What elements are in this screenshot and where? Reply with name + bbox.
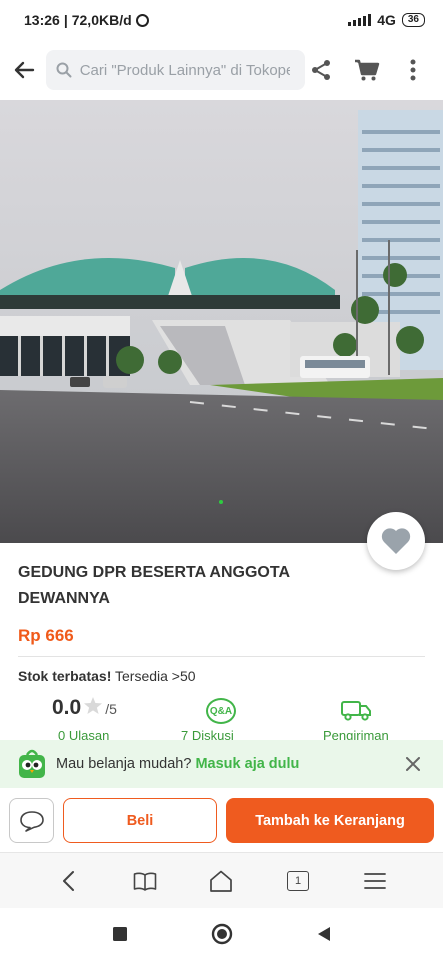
stock-warning: Stok terbatas! (18, 668, 112, 684)
add-to-cart-button[interactable]: Tambah ke Keranjang (226, 798, 434, 843)
chat-bubble-icon (19, 810, 44, 832)
rating-max: /5 (105, 701, 117, 717)
back-triangle-icon (317, 927, 330, 941)
product-price: Rp 666 (18, 626, 74, 645)
back-arrow-icon (14, 61, 35, 79)
chat-button[interactable] (9, 798, 54, 843)
home-button[interactable] (205, 865, 237, 897)
share-icon (312, 60, 330, 80)
battery-level: 36 (407, 14, 419, 25)
star-icon (84, 697, 103, 714)
back-button[interactable] (10, 50, 38, 90)
system-home-button[interactable] (206, 918, 238, 950)
system-back-button[interactable] (308, 918, 340, 950)
more-vertical-icon (410, 59, 416, 81)
top-app-bar (0, 40, 443, 100)
product-stats: 0.0 /5 0 Ulasan Q&A 7 Diskusi Pengiriman (0, 692, 443, 744)
wishlist-button[interactable] (367, 512, 425, 570)
search-input[interactable] (79, 61, 290, 79)
qa-icon: Q&A (206, 698, 236, 724)
close-icon (406, 757, 420, 771)
cart-button[interactable] (351, 54, 383, 86)
product-image[interactable] (0, 100, 443, 543)
login-banner: Mau belanja mudah? Masuk aja dulu (0, 740, 443, 788)
browser-toolbar: 1 (0, 852, 443, 908)
login-link[interactable]: Masuk aja dulu (195, 756, 299, 772)
alarm-icon (135, 13, 149, 27)
buy-button[interactable]: Beli (63, 798, 217, 843)
search-bar[interactable] (45, 50, 305, 90)
tabs-button[interactable]: 1 (282, 865, 314, 897)
signal-icon (348, 14, 372, 26)
recents-square-icon (112, 927, 127, 941)
more-options-button[interactable] (397, 54, 429, 86)
status-time: 13:26 (24, 12, 60, 28)
stock-availability: Tersedia >50 (115, 668, 196, 684)
home-circle-icon (211, 923, 232, 945)
browser-menu-button[interactable] (359, 865, 391, 897)
divider (18, 656, 425, 657)
network-type: 4G (377, 12, 396, 28)
book-icon (133, 872, 157, 891)
tab-count: 1 (295, 874, 302, 887)
tab-count-icon: 1 (287, 870, 310, 891)
product-title: GEDUNG DPR BESERTA ANGGOTA DEWANNYA (18, 564, 290, 607)
share-button[interactable] (305, 54, 337, 86)
rating-value: 0.0 (52, 696, 82, 719)
status-network-speed: 72,0KB/d (71, 12, 132, 28)
cart-icon (355, 59, 380, 81)
purchase-actions: Beli Tambah ke Keranjang (0, 792, 443, 848)
browser-back-button[interactable] (52, 865, 84, 897)
rating-summary: 0.0 /5 (52, 696, 117, 720)
home-icon (210, 870, 233, 892)
android-nav-bar (0, 908, 443, 960)
qa-badge-label: Q&A (209, 705, 233, 717)
tokopedia-owl-icon (19, 749, 45, 778)
stock-info: Stok terbatas! Tersedia >50 (18, 668, 196, 684)
truck-icon (341, 701, 371, 721)
product-photo-drawing (0, 100, 443, 543)
close-banner-button[interactable] (401, 752, 425, 776)
battery-icon: 36 (401, 13, 425, 27)
chevron-left-icon (63, 870, 75, 891)
search-icon (56, 62, 72, 78)
hamburger-menu-icon (363, 872, 386, 889)
heart-icon (381, 528, 411, 554)
status-bar: 13:26 | 72,0KB/d 4G 36 (0, 0, 443, 40)
bookmarks-button[interactable] (129, 865, 161, 897)
recents-button[interactable] (104, 918, 136, 950)
login-banner-text: Mau belanja mudah? (56, 756, 192, 772)
